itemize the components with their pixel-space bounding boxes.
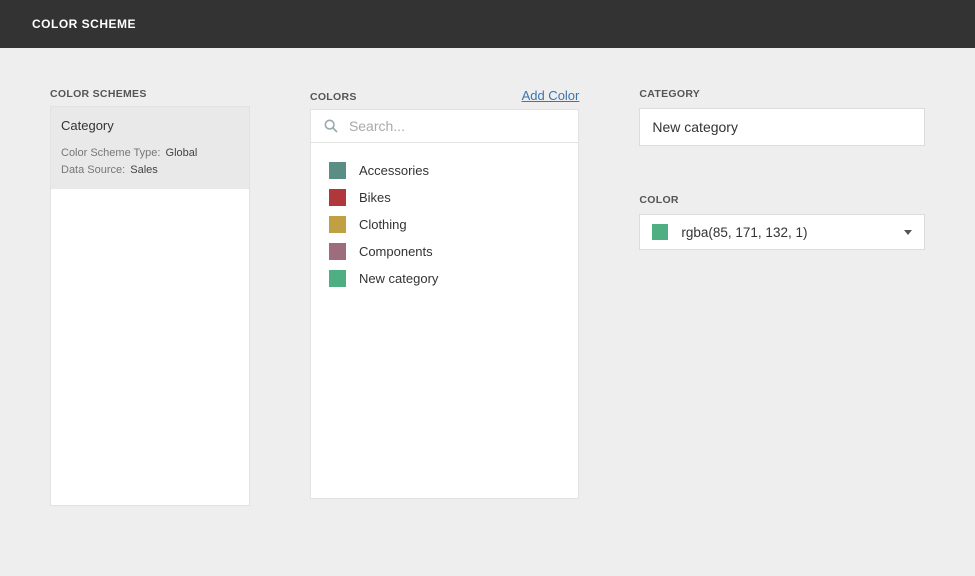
scheme-item-name: Category xyxy=(61,118,239,133)
list-item[interactable]: Bikes xyxy=(329,184,560,211)
header: COLOR SCHEME xyxy=(0,0,975,48)
search-icon xyxy=(323,118,339,134)
colors-label: COLORS xyxy=(310,91,357,103)
scheme-list: Category Color Scheme Type: Global Data … xyxy=(50,106,250,506)
colors-header: COLORS Add Color xyxy=(310,88,579,103)
scheme-source-value: Sales xyxy=(130,164,158,176)
color-dropdown[interactable]: rgba(85, 171, 132, 1) xyxy=(639,214,925,250)
schemes-column: COLOR SCHEMES Category Color Scheme Type… xyxy=(50,88,250,506)
list-item[interactable]: Components xyxy=(329,238,560,265)
color-name: Bikes xyxy=(359,190,391,205)
scheme-item[interactable]: Category Color Scheme Type: Global Data … xyxy=(51,107,249,189)
color-swatch xyxy=(329,189,346,206)
scheme-type-label: Color Scheme Type: xyxy=(61,147,160,159)
selected-color-swatch xyxy=(652,224,668,240)
color-name: New category xyxy=(359,271,438,286)
color-name: Components xyxy=(359,244,433,259)
header-title: COLOR SCHEME xyxy=(32,17,136,31)
color-swatch xyxy=(329,243,346,260)
color-swatch xyxy=(329,162,346,179)
category-label: CATEGORY xyxy=(639,88,925,100)
list-item[interactable]: Clothing xyxy=(329,211,560,238)
selected-color-text: rgba(85, 171, 132, 1) xyxy=(681,225,891,240)
list-item[interactable]: Accessories xyxy=(329,157,560,184)
color-name: Clothing xyxy=(359,217,407,232)
detail-column: CATEGORY COLOR rgba(85, 171, 132, 1) xyxy=(639,88,925,250)
color-section: COLOR rgba(85, 171, 132, 1) xyxy=(639,194,925,250)
colors-column: COLORS Add Color Accessories Bikes xyxy=(310,88,579,499)
colors-listing: Accessories Bikes Clothing Components Ne… xyxy=(311,143,578,306)
search-input[interactable] xyxy=(349,118,566,134)
color-swatch xyxy=(329,216,346,233)
color-name: Accessories xyxy=(359,163,429,178)
schemes-label: COLOR SCHEMES xyxy=(50,88,250,100)
scheme-source-label: Data Source: xyxy=(61,164,125,176)
colors-panel: Accessories Bikes Clothing Components Ne… xyxy=(310,109,579,499)
color-section-label: COLOR xyxy=(639,194,925,206)
scheme-type-value: Global xyxy=(166,147,198,159)
list-item[interactable]: New category xyxy=(329,265,560,292)
scheme-meta: Color Scheme Type: Global Data Source: S… xyxy=(61,145,239,178)
category-input[interactable] xyxy=(639,108,925,146)
content: COLOR SCHEMES Category Color Scheme Type… xyxy=(0,48,975,536)
chevron-down-icon xyxy=(904,230,912,235)
add-color-link[interactable]: Add Color xyxy=(522,88,580,103)
search-row xyxy=(311,110,578,143)
color-swatch xyxy=(329,270,346,287)
